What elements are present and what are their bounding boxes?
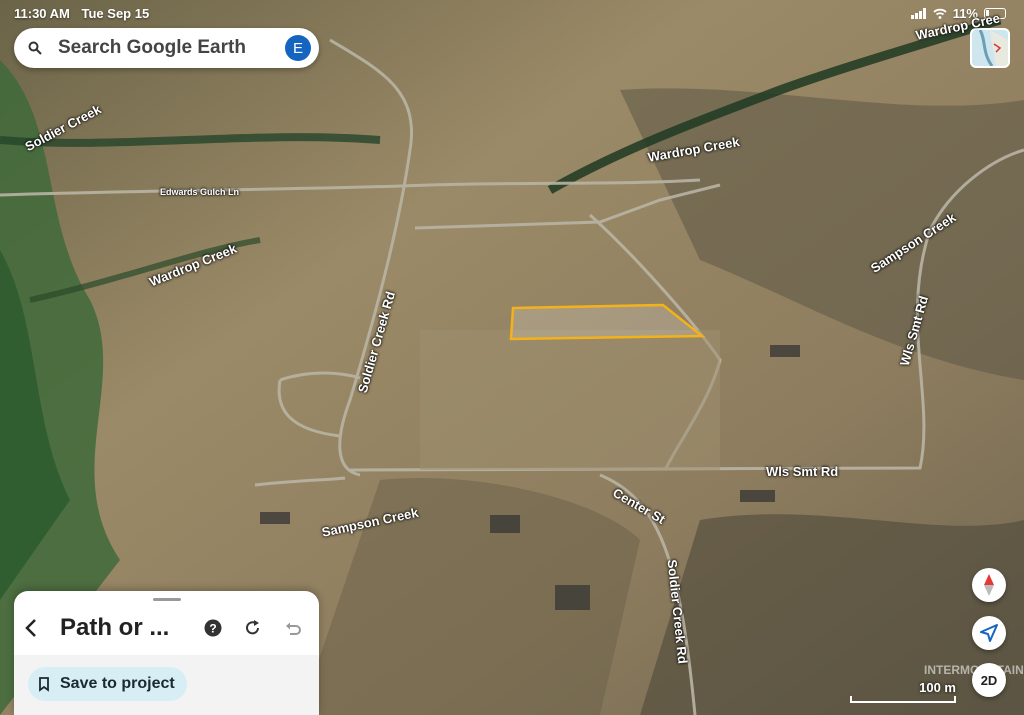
building: [555, 585, 590, 610]
watermark: INTERMOUNTAIN: [924, 663, 1024, 677]
drag-handle[interactable]: [153, 598, 181, 601]
map-label: Wls Smt Rd: [766, 464, 839, 479]
map-label: Edwards Gulch Ln: [160, 187, 240, 197]
undo-icon: [286, 622, 301, 635]
my-location-button[interactable]: [972, 616, 1006, 650]
search-bar[interactable]: Search Google Earth E: [14, 28, 319, 68]
building: [260, 512, 290, 524]
building: [490, 515, 520, 533]
undo-button[interactable]: [277, 612, 309, 644]
save-to-project-button[interactable]: Save to project: [28, 667, 187, 701]
wifi-icon: [933, 8, 947, 19]
back-icon[interactable]: [24, 618, 38, 638]
search-icon: [28, 41, 42, 55]
help-button[interactable]: ?: [197, 612, 229, 644]
scale-label: 100 m: [919, 680, 956, 695]
minimap-button[interactable]: [970, 28, 1010, 68]
hill-shade: [640, 514, 1024, 715]
status-date: Tue Sep 15: [81, 6, 150, 21]
compass-button[interactable]: [972, 568, 1006, 602]
path-panel: Path or ... ? Save to project: [14, 591, 319, 715]
redo-icon: [246, 620, 259, 635]
minimap-icon: [978, 30, 1008, 66]
status-bar: 11:30 AM Tue Sep 15: [14, 6, 149, 21]
compass-icon: [984, 574, 994, 596]
signal-icon: [910, 8, 926, 19]
help-icon: ?: [204, 619, 222, 637]
field: [420, 330, 720, 470]
building: [770, 345, 800, 357]
scale-bar: 100 m: [850, 680, 956, 703]
building: [740, 490, 775, 502]
status-time: 11:30 AM: [14, 6, 70, 21]
search-input[interactable]: Search Google Earth: [58, 37, 285, 59]
save-to-project-label: Save to project: [60, 675, 175, 692]
scale-line: [850, 696, 956, 703]
avatar[interactable]: E: [285, 35, 311, 61]
panel-body: Save to project: [14, 655, 319, 715]
svg-text:?: ?: [209, 622, 216, 636]
panel-header: Path or ... ?: [24, 611, 309, 645]
bookmark-icon: [39, 676, 49, 692]
location-arrow-icon: [980, 624, 998, 642]
redo-button[interactable]: [237, 612, 269, 644]
panel-title: Path or ...: [60, 614, 170, 641]
